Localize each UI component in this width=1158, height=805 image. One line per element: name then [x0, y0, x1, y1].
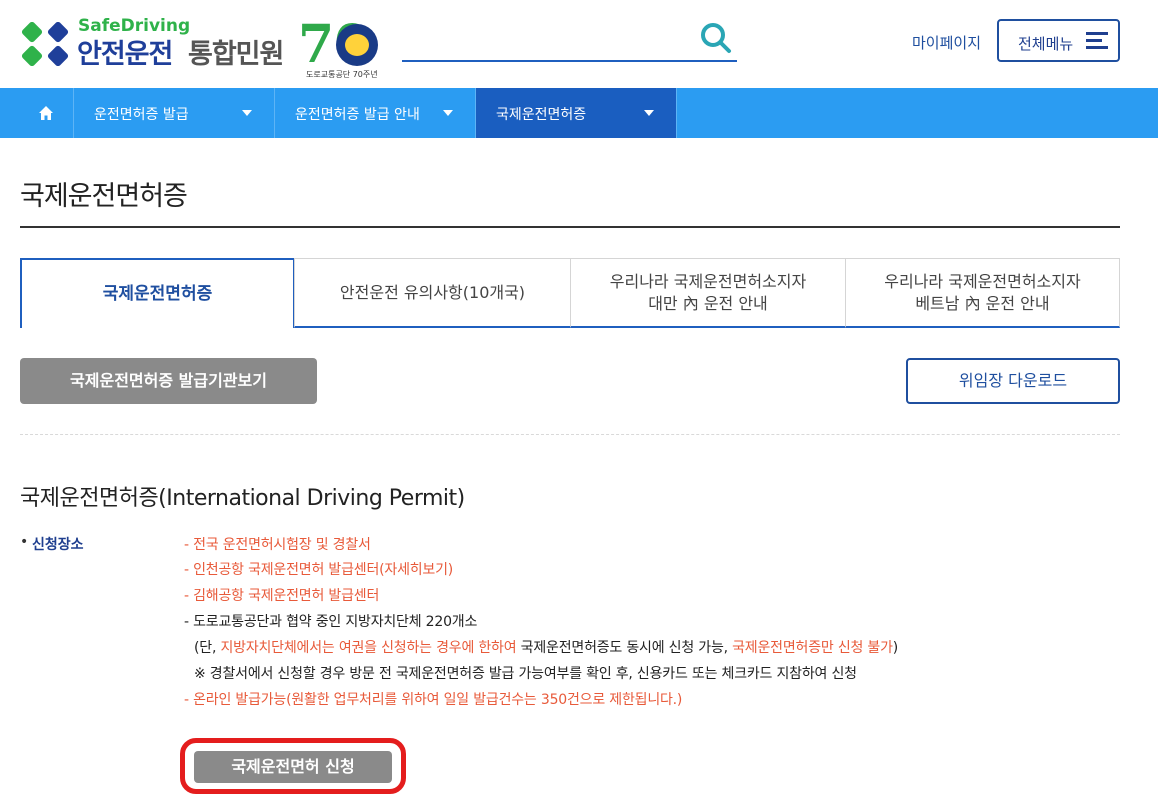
section-divider: [20, 434, 1120, 435]
field-label-place: 신청장소: [32, 537, 84, 553]
nav-home-button[interactable]: [18, 88, 74, 138]
chevron-down-icon: [644, 110, 654, 116]
nav-item-label: 운전면허증 발급: [94, 107, 189, 123]
tab-label: 우리나라 국제운전면허소지자 대만 內 운전 안내: [610, 271, 806, 315]
apply-highlight-ring: 국제운전면허 신청: [180, 738, 406, 794]
chevron-down-icon: [242, 110, 252, 116]
note-text: 국제운전면허증도 동시에 신청 가능,: [516, 640, 733, 656]
anniversary-badge: 70 도로교통공단 70주년: [298, 18, 382, 82]
main-nav: 운전면허증 발급 운전면허증 발급 안내 국제운전면허증: [0, 88, 1158, 138]
tab-international-permit[interactable]: 국제운전면허증: [20, 258, 295, 328]
mascot-icon: [336, 24, 378, 66]
mypage-link[interactable]: 마이페이지: [912, 32, 981, 53]
hamburger-icon: [1086, 32, 1108, 50]
tab-label: 우리나라 국제운전면허소지자 베트남 內 운전 안내: [884, 271, 1080, 315]
logo-cross-icon[interactable]: [20, 22, 74, 66]
tab-bar: 국제운전면허증 안전운전 유의사항(10개국) 우리나라 국제운전면허소지자 대…: [20, 258, 1120, 328]
apply-international-license-button[interactable]: 국제운전면허 신청: [194, 751, 392, 783]
nav-item-license-issue[interactable]: 운전면허증 발급: [74, 88, 275, 138]
list-item-note: (단, 지방자치단체에서는 여권을 신청하는 경우에 한하여 국제운전면허증도 …: [194, 637, 898, 657]
page-title: 국제운전면허증: [20, 181, 188, 212]
full-menu-button[interactable]: 전체메뉴: [997, 19, 1120, 62]
nav-item-label: 국제운전면허증: [496, 107, 587, 123]
tab-label: 국제운전면허증: [102, 284, 213, 304]
note-highlight: 국제운전면허증만 신청 불가: [732, 640, 893, 656]
nav-item-international[interactable]: 국제운전면허증: [476, 88, 677, 138]
nav-item-license-guide[interactable]: 운전면허증 발급 안내: [275, 88, 476, 138]
list-item: - 김해공항 국제운전면허 발급센터: [184, 588, 380, 604]
note-highlight: 지방자치단체에서는 여권을 신청하는 경우에 한하여: [220, 640, 517, 656]
nav-item-label: 운전면허증 발급 안내: [295, 107, 420, 123]
logo-subtitle[interactable]: 통합민원: [188, 32, 284, 71]
list-item: - 전국 운전면허시험장 및 경찰서: [184, 537, 371, 553]
site-header: SafeDriving 안전운전 통합민원 70 도로교통공단 70주년 마이페…: [0, 0, 1158, 88]
tab-label: 안전운전 유의사항(10개국): [339, 282, 526, 302]
chevron-down-icon: [443, 110, 453, 116]
note-text: ): [892, 640, 899, 656]
anniversary-caption: 도로교통공단 70주년: [306, 70, 378, 79]
note-text: (단,: [194, 640, 221, 656]
tab-label-line: 우리나라 국제운전면허소지자: [884, 271, 1081, 291]
list-item-incheon-link[interactable]: - 인천공항 국제운전면허 발급센터(자세히보기): [184, 559, 453, 579]
home-icon: [39, 106, 53, 120]
list-item: - 온라인 발급가능(원활한 업무처리를 위하여 일일 발급건수는 350건으로…: [184, 692, 683, 708]
download-proxy-form-button[interactable]: 위임장 다운로드: [906, 358, 1120, 404]
title-divider: [20, 226, 1120, 228]
tab-label-line: 우리나라 국제운전면허소지자: [609, 271, 807, 291]
tab-safety-notes[interactable]: 안전운전 유의사항(10개국): [294, 258, 571, 328]
search-icon[interactable]: [700, 22, 732, 54]
search-input[interactable]: [402, 60, 737, 62]
tab-label-line: 베트남 內 운전 안내: [915, 293, 1050, 313]
view-issuers-button[interactable]: 국제운전면허증 발급기관보기: [20, 358, 317, 404]
bullet-dot: •: [20, 534, 29, 550]
tab-taiwan-guide[interactable]: 우리나라 국제운전면허소지자 대만 內 운전 안내: [570, 258, 846, 328]
full-menu-label: 전체메뉴: [1018, 35, 1074, 53]
list-item-remark: ※ 경찰서에서 신청할 경우 방문 전 국제운전면허증 발급 가능여부를 확인 …: [194, 666, 857, 682]
section-title: 국제운전면허증(International Driving Permit): [20, 486, 465, 511]
tab-vietnam-guide[interactable]: 우리나라 국제운전면허소지자 베트남 內 운전 안내: [845, 258, 1120, 328]
list-item: - 도로교통공단과 협약 중인 지방자치단체 220개소: [184, 614, 478, 630]
tab-label-line: 대만 內 운전 안내: [648, 293, 768, 313]
logo-korean-text[interactable]: 안전운전: [77, 32, 173, 71]
